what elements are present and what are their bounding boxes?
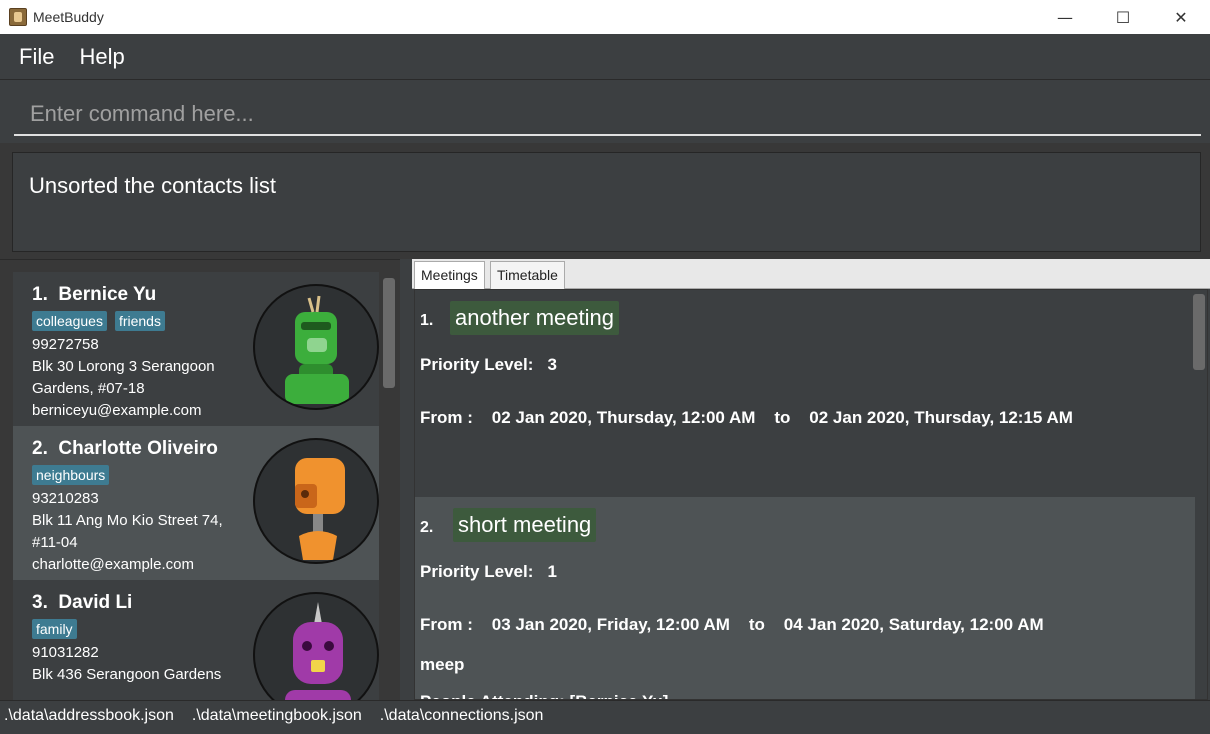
person-index: 2. bbox=[32, 438, 48, 459]
menu-bar: File Help bbox=[0, 34, 1210, 80]
person-name: Charlotte Oliveiro bbox=[58, 438, 218, 459]
priority-label: Priority Level: bbox=[420, 562, 534, 581]
from-label: From : bbox=[420, 615, 473, 634]
minimize-button[interactable]: — bbox=[1036, 0, 1094, 34]
meeting-end: 02 Jan 2020, Thursday, 12:15 AM bbox=[809, 408, 1073, 427]
person-card[interactable]: 1. Bernice Yu colleagues friends 9927275… bbox=[13, 272, 379, 426]
person-index: 3. bbox=[32, 592, 48, 613]
to-label: to bbox=[774, 408, 791, 427]
meeting-start: 03 Jan 2020, Friday, 12:00 AM bbox=[491, 615, 730, 634]
meeting-index: 2. bbox=[420, 519, 434, 536]
window-title: MeetBuddy bbox=[33, 9, 104, 25]
meeting-description: meep bbox=[420, 655, 465, 674]
tag-badge: family bbox=[32, 619, 77, 639]
meeting-index: 1. bbox=[420, 312, 434, 329]
person-list-panel: 1. Bernice Yu colleagues friends 9927275… bbox=[0, 259, 400, 734]
orange-robot-icon bbox=[253, 438, 379, 564]
meeting-time: From : 02 Jan 2020, Thursday, 12:00 AM t… bbox=[420, 408, 1073, 428]
meeting-start: 02 Jan 2020, Thursday, 12:00 AM bbox=[491, 408, 756, 427]
tag-badge: colleagues bbox=[32, 311, 107, 331]
result-display-container: Unsorted the contacts list bbox=[0, 143, 1210, 259]
meeting-card[interactable]: 2. short meeting Priority Level: 1 From … bbox=[415, 497, 1195, 699]
tab-timetable[interactable]: Timetable bbox=[490, 261, 565, 289]
title-bar: MeetBuddy — ☐ ✕ bbox=[0, 0, 1210, 34]
priority-value: 3 bbox=[547, 355, 558, 374]
command-box bbox=[0, 81, 1210, 143]
meeting-list-scrollbar[interactable] bbox=[1193, 294, 1205, 370]
status-meetingbook-path: .\data\meetingbook.json bbox=[191, 706, 362, 724]
status-connections-path: .\data\connections.json bbox=[379, 706, 544, 724]
person-name: Bernice Yu bbox=[58, 284, 157, 305]
menu-help[interactable]: Help bbox=[79, 44, 124, 70]
meeting-attendees: People Attending: [Bernice Yu] bbox=[420, 692, 668, 699]
meeting-title: short meeting bbox=[453, 508, 597, 542]
meeting-title: another meeting bbox=[450, 301, 619, 335]
command-input[interactable] bbox=[14, 94, 1201, 136]
to-label: to bbox=[748, 615, 765, 634]
result-display: Unsorted the contacts list bbox=[12, 152, 1201, 252]
green-robot-icon bbox=[253, 284, 379, 410]
meeting-priority: Priority Level: 1 bbox=[420, 562, 557, 582]
window-controls: — ☐ ✕ bbox=[1036, 0, 1210, 34]
person-card[interactable]: 2. Charlotte Oliveiro neighbours 9321028… bbox=[13, 426, 379, 580]
tag-badge: neighbours bbox=[32, 465, 110, 485]
tag-badge: friends bbox=[114, 311, 165, 331]
tab-bar: Meetings Timetable bbox=[412, 259, 1210, 289]
meeting-priority: Priority Level: 3 bbox=[420, 355, 557, 375]
priority-label: Priority Level: bbox=[420, 355, 534, 374]
status-bar: .\data\addressbook.json .\data\meetingbo… bbox=[0, 700, 1210, 730]
person-list-scrollbar[interactable] bbox=[383, 278, 395, 388]
meeting-panel: Meetings Timetable 1. another meeting Pr… bbox=[412, 259, 1210, 700]
app-icon bbox=[9, 8, 27, 26]
meeting-time: From : 03 Jan 2020, Friday, 12:00 AM to … bbox=[420, 615, 1044, 635]
tab-meetings[interactable]: Meetings bbox=[414, 261, 485, 289]
meeting-list: 1. another meeting Priority Level: 3 Fro… bbox=[414, 289, 1208, 700]
menu-file[interactable]: File bbox=[19, 44, 54, 70]
status-addressbook-path: .\data\addressbook.json bbox=[4, 706, 174, 724]
from-label: From : bbox=[420, 408, 473, 427]
meeting-card[interactable]: 1. another meeting Priority Level: 3 Fro… bbox=[415, 290, 1195, 497]
maximize-button[interactable]: ☐ bbox=[1094, 0, 1152, 34]
priority-value: 1 bbox=[547, 562, 558, 581]
close-button[interactable]: ✕ bbox=[1152, 0, 1210, 34]
person-name: David Li bbox=[58, 592, 133, 613]
person-index: 1. bbox=[32, 284, 48, 305]
meeting-end: 04 Jan 2020, Saturday, 12:00 AM bbox=[783, 615, 1044, 634]
